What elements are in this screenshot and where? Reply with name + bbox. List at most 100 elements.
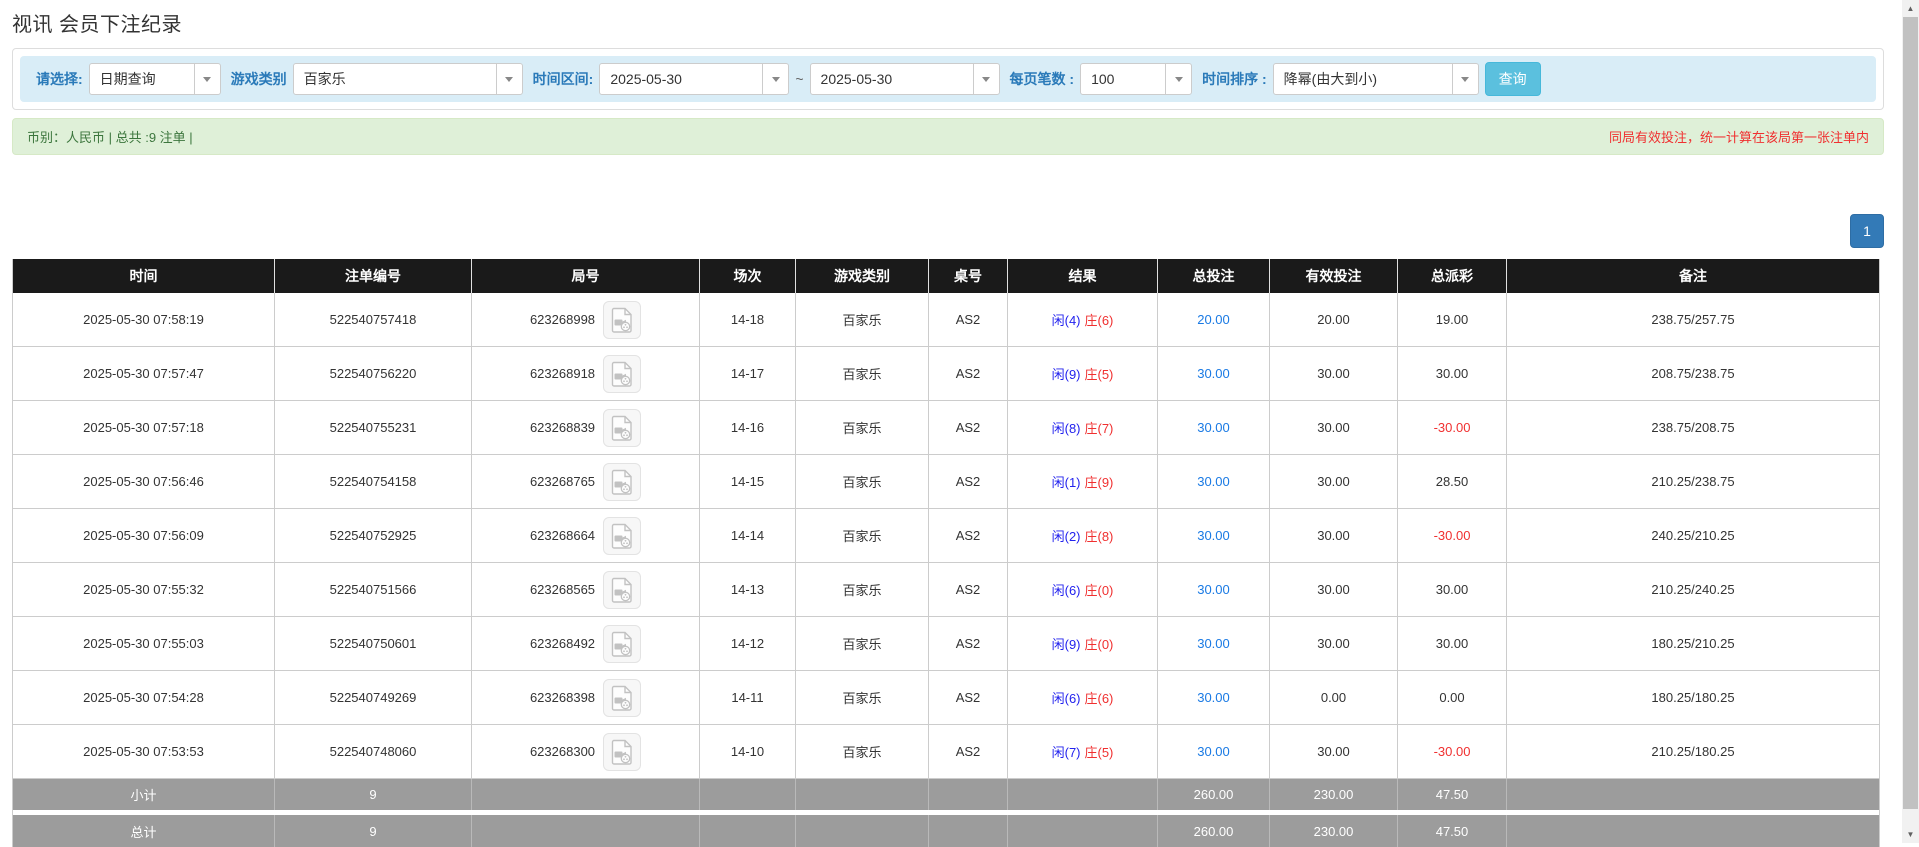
video-replay-icon: [611, 307, 633, 333]
total-bet-link[interactable]: 20.00: [1197, 312, 1230, 327]
header-bet-id: 注单编号: [275, 259, 472, 293]
cell-game-type: 百家乐: [796, 617, 929, 670]
subtotal-label: 小计: [13, 779, 275, 810]
game-type-label: 游戏类别: [231, 69, 287, 89]
sort-order-dropdown[interactable]: 降幂(由大到小): [1273, 63, 1479, 95]
video-replay-icon: [611, 739, 633, 765]
result-player: 闲(6): [1052, 688, 1081, 707]
table-row: 2025-05-30 07:56:09 522540752925 6232686…: [13, 509, 1879, 563]
page: 视讯 会员下注纪录 请选择: 日期查询 游戏类别 百家乐 时间区间: 2025-…: [12, 0, 1884, 847]
chevron-down-icon[interactable]: [1165, 64, 1191, 94]
scrollbar[interactable]: ▲ ▼: [1902, 0, 1919, 843]
cell-bet-id: 522540748060: [275, 725, 472, 778]
header-note: 备注: [1507, 259, 1879, 293]
total-bet-link[interactable]: 30.00: [1197, 744, 1230, 759]
date-to-dropdown[interactable]: 2025-05-30: [810, 63, 1000, 95]
cell-time: 2025-05-30 07:57:18: [13, 401, 275, 454]
total-bet-link[interactable]: 30.00: [1197, 420, 1230, 435]
cell-valid-bet: 20.00: [1270, 293, 1398, 346]
header-payout: 总派彩: [1398, 259, 1507, 293]
cell-payout: 0.00: [1398, 671, 1507, 724]
result-player: 闲(1): [1052, 472, 1081, 491]
cell-valid-bet: 30.00: [1270, 347, 1398, 400]
result-player: 闲(8): [1052, 418, 1081, 437]
result-banker: 庄(9): [1085, 472, 1114, 491]
total-bet-link[interactable]: 30.00: [1197, 636, 1230, 651]
select-type-label: 请选择:: [36, 69, 83, 89]
cell-payout: -30.00: [1398, 401, 1507, 454]
total-bet-link[interactable]: 30.00: [1197, 582, 1230, 597]
date-from-dropdown[interactable]: 2025-05-30: [599, 63, 789, 95]
result-banker: 庄(7): [1085, 418, 1114, 437]
cell-game-type: 百家乐: [796, 455, 929, 508]
scroll-up-arrow-icon[interactable]: ▲: [1902, 0, 1919, 17]
table-row: 2025-05-30 07:54:28 522540749269 6232683…: [13, 671, 1879, 725]
summary-bar: 币别：人民币 | 总共 :9 注单 | 同局有效投注，统一计算在该局第一张注单内: [12, 118, 1884, 155]
cell-session: 14-13: [700, 563, 796, 616]
video-replay-button[interactable]: [603, 517, 641, 555]
video-replay-icon: [611, 685, 633, 711]
total-bet-link[interactable]: 30.00: [1197, 366, 1230, 381]
total-bet-link[interactable]: 30.00: [1197, 474, 1230, 489]
cell-bet-id: 522540749269: [275, 671, 472, 724]
cell-payout: 30.00: [1398, 617, 1507, 670]
page-size-dropdown[interactable]: 100: [1080, 63, 1192, 95]
table-row: 2025-05-30 07:57:18 522540755231 6232688…: [13, 401, 1879, 455]
page-size-value: 100: [1081, 64, 1165, 94]
cell-note: 210.25/240.25: [1507, 563, 1879, 616]
chevron-down-icon[interactable]: [194, 64, 220, 94]
chevron-down-icon[interactable]: [496, 64, 522, 94]
video-replay-button[interactable]: [603, 301, 641, 339]
video-replay-button[interactable]: [603, 463, 641, 501]
round-number: 623268492: [530, 636, 595, 651]
cell-bet-id: 522540750601: [275, 617, 472, 670]
chevron-down-icon[interactable]: [1452, 64, 1478, 94]
cell-game-type: 百家乐: [796, 347, 929, 400]
time-range-label: 时间区间:: [533, 69, 594, 89]
video-replay-button[interactable]: [603, 355, 641, 393]
cell-session: 14-10: [700, 725, 796, 778]
subtotal-total-bet: 260.00: [1158, 779, 1270, 810]
cell-note: 238.75/208.75: [1507, 401, 1879, 454]
result-player: 闲(9): [1052, 634, 1081, 653]
cell-payout: -30.00: [1398, 509, 1507, 562]
cell-payout: 28.50: [1398, 455, 1507, 508]
pagination: 1: [12, 214, 1884, 248]
cell-note: 240.25/210.25: [1507, 509, 1879, 562]
header-result: 结果: [1008, 259, 1158, 293]
cell-game-type: 百家乐: [796, 725, 929, 778]
cell-table-no: AS2: [929, 617, 1008, 670]
cell-valid-bet: 30.00: [1270, 509, 1398, 562]
cell-valid-bet: 30.00: [1270, 455, 1398, 508]
video-replay-button[interactable]: [603, 571, 641, 609]
cell-table-no: AS2: [929, 509, 1008, 562]
cell-bet-id: 522540757418: [275, 293, 472, 346]
scrollbar-thumb[interactable]: [1903, 17, 1918, 809]
chevron-down-icon[interactable]: [973, 64, 999, 94]
cell-game-type: 百家乐: [796, 401, 929, 454]
cell-bet-id: 522540754158: [275, 455, 472, 508]
subtotal-count: 9: [275, 779, 472, 810]
video-replay-button[interactable]: [603, 733, 641, 771]
cell-time: 2025-05-30 07:57:47: [13, 347, 275, 400]
game-type-value: 百家乐: [294, 64, 496, 94]
table-row: 2025-05-30 07:53:53 522540748060 6232683…: [13, 725, 1879, 779]
grand-total-label: 总计: [13, 815, 275, 847]
game-type-dropdown[interactable]: 百家乐: [293, 63, 523, 95]
result-banker: 庄(6): [1085, 310, 1114, 329]
chevron-down-icon[interactable]: [762, 64, 788, 94]
select-type-dropdown[interactable]: 日期查询: [89, 63, 221, 95]
cell-note: 210.25/180.25: [1507, 725, 1879, 778]
total-bet-link[interactable]: 30.00: [1197, 528, 1230, 543]
filter-bar: 请选择: 日期查询 游戏类别 百家乐 时间区间: 2025-05-30 ~ 20…: [20, 56, 1876, 102]
video-replay-button[interactable]: [603, 679, 641, 717]
scroll-down-arrow-icon[interactable]: ▼: [1902, 826, 1919, 843]
search-button[interactable]: 查询: [1485, 62, 1541, 96]
video-replay-button[interactable]: [603, 625, 641, 663]
sort-order-value: 降幂(由大到小): [1274, 64, 1452, 94]
cell-session: 14-11: [700, 671, 796, 724]
video-replay-button[interactable]: [603, 409, 641, 447]
total-bet-link[interactable]: 30.00: [1197, 690, 1230, 705]
page-1-button[interactable]: 1: [1850, 214, 1884, 248]
video-replay-icon: [611, 361, 633, 387]
